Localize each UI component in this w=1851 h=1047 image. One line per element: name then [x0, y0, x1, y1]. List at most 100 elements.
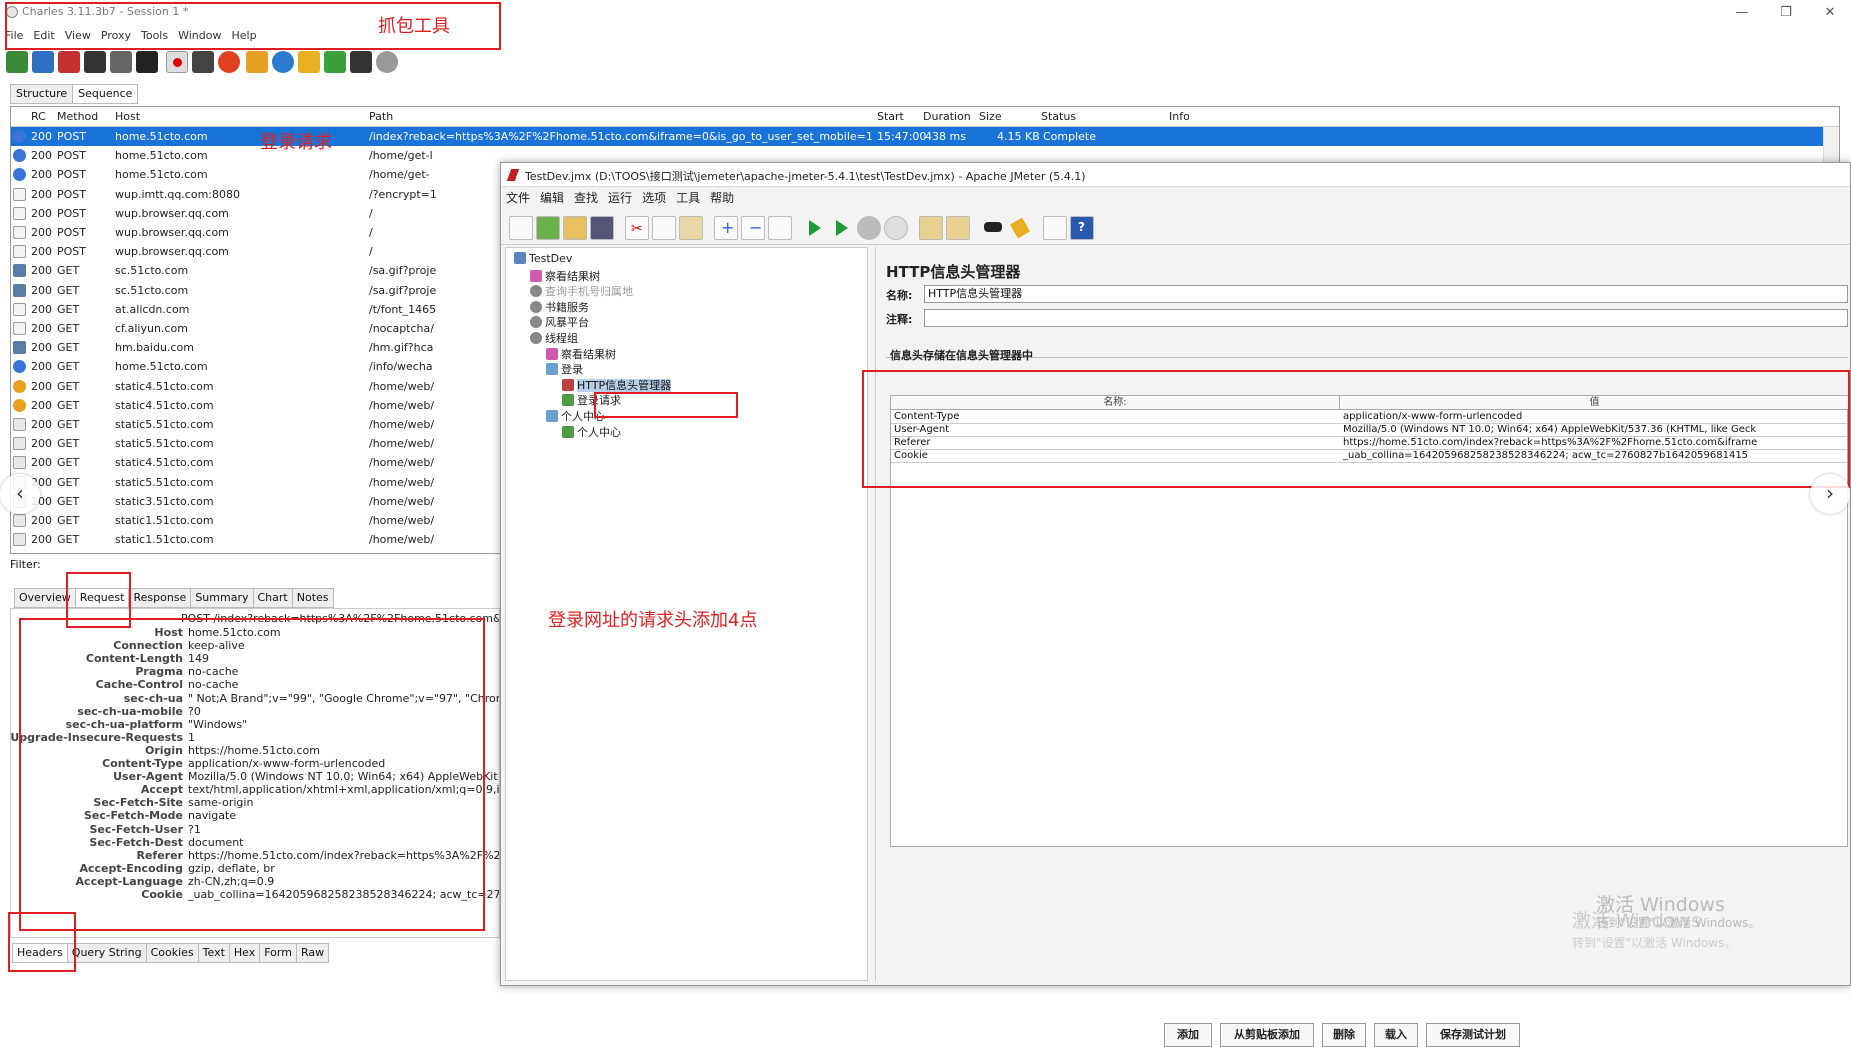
clear-icon[interactable] — [919, 216, 943, 240]
stop-icon[interactable] — [857, 216, 881, 240]
open-icon[interactable] — [563, 216, 587, 240]
col-start[interactable]: Start — [877, 110, 904, 123]
tab-summary[interactable]: Summary — [190, 588, 254, 608]
tab-form[interactable]: Form — [259, 943, 297, 963]
tab-structure[interactable]: Structure — [10, 84, 74, 104]
tab-response[interactable]: Response — [128, 588, 192, 608]
new-icon[interactable] — [509, 216, 533, 240]
cell-rc: 200 — [31, 149, 52, 163]
tree-node-label: 登录 — [561, 363, 583, 377]
search-icon[interactable] — [981, 216, 1005, 240]
col-path[interactable]: Path — [369, 110, 393, 123]
copy-icon[interactable] — [652, 216, 676, 240]
col-status[interactable]: Status — [1041, 110, 1076, 123]
col-method[interactable]: Method — [57, 110, 98, 123]
clear-icon[interactable] — [110, 51, 132, 73]
tab-sequence[interactable]: Sequence — [72, 84, 139, 104]
cell-rc: 200 — [31, 322, 52, 335]
tools-icon[interactable] — [350, 51, 372, 73]
repeat-icon[interactable] — [272, 51, 294, 73]
add-button[interactable]: 添加 — [1164, 1023, 1212, 1047]
prev-arrow-icon[interactable]: ‹ — [0, 474, 40, 514]
cell-path: /nocaptcha/ — [369, 322, 434, 335]
start-icon[interactable] — [803, 216, 827, 240]
validate-icon[interactable] — [324, 51, 346, 73]
compose-icon[interactable] — [246, 51, 268, 73]
delete-button[interactable]: 删除 — [1322, 1023, 1366, 1047]
edit-icon[interactable] — [298, 51, 320, 73]
close-session-icon[interactable] — [58, 51, 80, 73]
jmenu-tools[interactable]: 工具 — [671, 187, 705, 209]
tab-cookies[interactable]: Cookies — [145, 943, 199, 963]
breakpoints-icon[interactable] — [218, 51, 240, 73]
tree-node[interactable]: 查询手机号归属地 — [530, 283, 633, 299]
function-helper-icon[interactable] — [1043, 216, 1067, 240]
restore-button[interactable]: ❐ — [1766, 2, 1806, 24]
record-icon[interactable] — [166, 51, 188, 73]
tree-node[interactable]: 登录 — [546, 361, 583, 377]
col-size[interactable]: Size — [979, 110, 1002, 123]
save-test-plan-button[interactable]: 保存测试计划 — [1426, 1023, 1520, 1047]
tab-hex[interactable]: Hex — [228, 943, 261, 963]
tab-query-string[interactable]: Query String — [66, 943, 147, 963]
jmenu-options[interactable]: 选项 — [637, 187, 671, 209]
cell-rc: 200 — [31, 418, 52, 431]
tab-notes[interactable]: Notes — [291, 588, 334, 608]
cell-rc: 200 — [31, 514, 52, 527]
clear-all-icon[interactable] — [946, 216, 970, 240]
tree-node[interactable]: 察看结果树 — [530, 268, 600, 284]
col-rc[interactable]: RC — [31, 110, 46, 123]
tab-text[interactable]: Text — [197, 943, 230, 963]
jmenu-run[interactable]: 运行 — [603, 187, 637, 209]
jmenu-edit[interactable]: 编辑 — [535, 187, 569, 209]
tree-node[interactable]: 个人中心 — [562, 424, 621, 440]
col-duration[interactable]: Duration — [923, 110, 971, 123]
settings-icon[interactable] — [376, 51, 398, 73]
cell-host: wup.browser.qq.com — [115, 245, 229, 259]
close-button[interactable]: ✕ — [1810, 2, 1850, 24]
start-no-pauses-icon[interactable] — [830, 216, 854, 240]
tree-node[interactable]: 线程组 — [530, 330, 578, 346]
load-button[interactable]: 载入 — [1374, 1023, 1418, 1047]
cell-path: /home/web/ — [369, 514, 435, 527]
col-host[interactable]: Host — [115, 110, 140, 123]
minimize-button[interactable]: — — [1722, 2, 1762, 24]
expand-icon[interactable]: + — [714, 216, 738, 240]
tree-node[interactable]: HTTP信息头管理器 — [562, 377, 672, 393]
cell-path: /home/get-l — [369, 149, 433, 163]
collapse-icon[interactable]: − — [741, 216, 765, 240]
chrome-icon — [13, 398, 26, 412]
cell-rc: 200 — [31, 398, 52, 412]
tab-raw[interactable]: Raw — [295, 943, 330, 963]
help-icon[interactable]: ? — [1070, 216, 1094, 240]
jmenu-file[interactable]: 文件 — [501, 187, 535, 209]
open-session-icon[interactable] — [32, 51, 54, 73]
tree-node[interactable]: TestDev — [514, 252, 572, 265]
cell-rc: 200 — [31, 187, 52, 201]
save-icon[interactable] — [84, 51, 106, 73]
view-tabs: Structure Sequence — [10, 84, 139, 104]
paste-icon[interactable] — [679, 216, 703, 240]
add-from-clipboard-button[interactable]: 从剪贴板添加 — [1220, 1023, 1314, 1047]
save-icon[interactable] — [590, 216, 614, 240]
jmeter-toolbar: ✂ + − ? — [501, 211, 1850, 245]
reset-search-icon[interactable] — [1008, 216, 1032, 240]
toggle-icon[interactable] — [768, 216, 792, 240]
col-info[interactable]: Info — [1169, 110, 1190, 123]
find-icon[interactable] — [136, 51, 158, 73]
templates-icon[interactable] — [536, 216, 560, 240]
tree-node[interactable]: 察看结果树 — [546, 346, 616, 362]
shutdown-icon[interactable] — [884, 216, 908, 240]
comment-input[interactable] — [924, 309, 1848, 327]
tree-node[interactable]: 书籍服务 — [530, 299, 589, 315]
throttle-icon[interactable] — [192, 51, 214, 73]
cut-icon[interactable]: ✂ — [625, 216, 649, 240]
cell-method: GET — [57, 360, 80, 374]
jmenu-help[interactable]: 帮助 — [705, 187, 739, 209]
tab-chart[interactable]: Chart — [252, 588, 293, 608]
jmenu-search[interactable]: 查找 — [569, 187, 603, 209]
name-input[interactable]: HTTP信息头管理器 — [924, 285, 1848, 303]
next-arrow-icon[interactable]: › — [1810, 474, 1850, 514]
new-session-icon[interactable] — [6, 51, 28, 73]
tree-node[interactable]: 风暴平台 — [530, 314, 589, 330]
